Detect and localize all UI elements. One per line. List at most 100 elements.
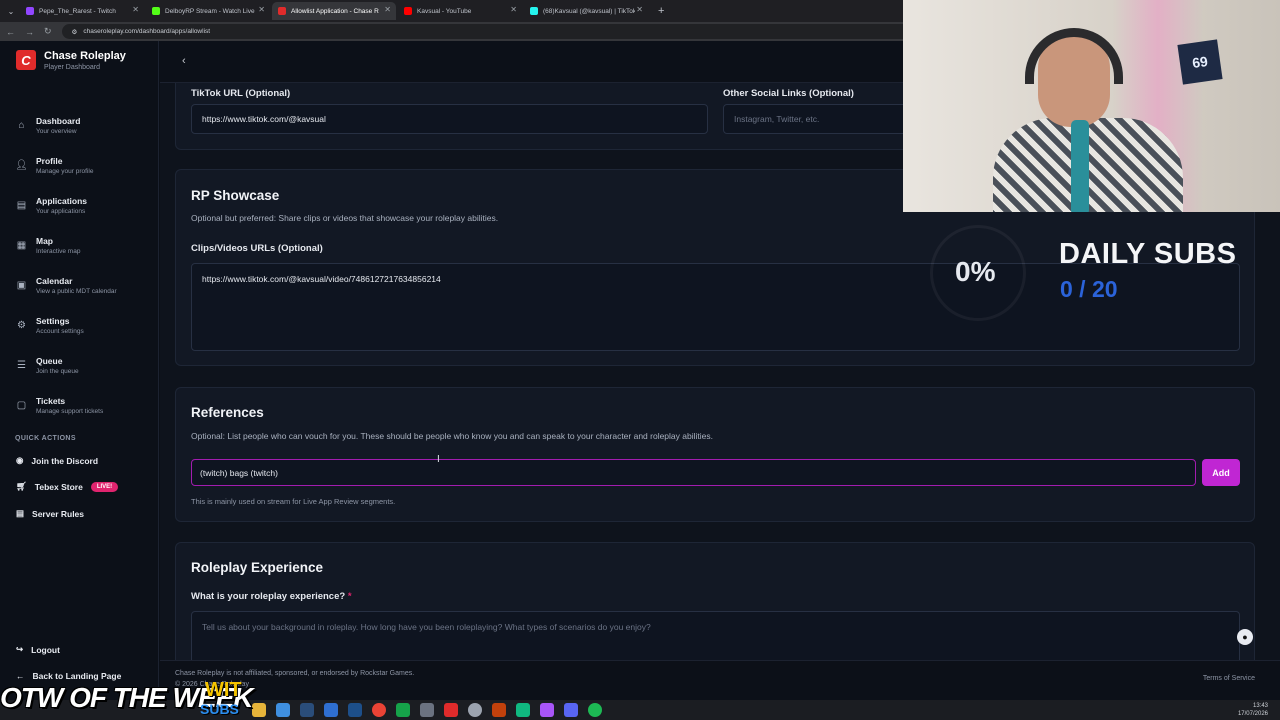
system-clock[interactable]: 13:43 17/07/2026 [1238,702,1268,718]
subs-percent: 0% [955,256,996,287]
app-icon[interactable] [348,703,362,717]
home-icon: ⌂ [18,119,25,131]
roleplay-experience-card: Roleplay Experience What is your rolepla… [175,542,1255,660]
reload-icon[interactable]: ↻ [44,26,52,37]
banner-badge-bottom: SUBS [200,701,239,717]
spotify-icon[interactable] [588,703,602,717]
brand-title: Chase Roleplay [44,50,126,62]
live-badge: LIVE! [90,481,119,492]
sidebar-nav: ⌂ Dashboard Your overview 👤︎ Profile Manage … [0,105,159,425]
references-title: References [191,405,264,420]
file-explorer-icon[interactable] [252,703,266,717]
site-info-icon[interactable]: ⚙ [72,28,78,36]
roleplay-experience-title: Roleplay Experience [191,560,324,575]
sidebar-item-dashboard[interactable]: ⌂ Dashboard Your overview [0,105,159,145]
brand[interactable]: C Chase Roleplay Player Dashboard [16,50,126,71]
app-icon[interactable] [444,703,458,717]
sidebar-item-applications[interactable]: ▤ Applications Your applications [0,185,159,225]
cart-icon: 🛒︎ [16,481,27,491]
sidebar-item-tickets[interactable]: ▢ Tickets Manage support tickets [0,385,159,425]
close-icon[interactable]: ✕ [510,5,517,14]
sidebar-item-queue[interactable]: ☰ Queue Join the queue [0,345,159,385]
back-to-landing-link[interactable]: ← Back to Landing Page [0,671,159,681]
footer: Chase Roleplay is not affiliated, sponso… [160,660,1280,700]
vscode-icon[interactable] [324,703,338,717]
ticket-icon: ▢ [16,399,27,411]
tiktok-icon [530,7,538,15]
quick-actions-heading: QUICK ACTIONS [15,435,76,442]
webcam-overlay: 69 [903,0,1280,212]
sidebar-item-settings[interactable]: ⚙ Settings Account settings [0,305,159,345]
banner-badge-top: WIT [205,679,242,701]
user-icon: 👤︎ [15,159,28,171]
list-icon: ☰ [17,359,26,371]
chase-logo-icon: C [16,50,36,70]
chase-favicon-icon [278,7,286,15]
sidebar-item-calendar[interactable]: ▣ Calendar View a public MDT calendar [0,265,159,305]
gear-icon: ⚙ [17,319,26,331]
rp-showcase-description: Optional but preferred: Share clips or v… [191,213,499,223]
logout-button[interactable]: ↪ Logout [0,644,159,655]
browser-tab[interactable]: (68)Kavsual (@kavsual) | TikTok ✕ [524,2,648,20]
app-icon[interactable] [516,703,530,717]
new-tab-icon[interactable]: + [650,5,672,17]
calendar-icon: ▣ [16,279,27,291]
references-hint: This is mainly used on stream for Live A… [191,497,396,506]
close-icon[interactable]: ✕ [384,5,391,14]
map-icon: ▦ [16,239,27,251]
cookie-settings-icon[interactable]: ● [1237,629,1253,645]
tab-search-icon[interactable]: ⌄ [4,7,18,16]
join-discord-link[interactable]: ◉ Join the Discord [0,455,159,466]
text-cursor-icon: I [437,454,440,465]
browser-tab-active[interactable]: Allowlist Application - Chase R ✕ [272,2,396,20]
store-icon[interactable] [276,703,290,717]
references-card: References Optional: List people who can… [175,387,1255,522]
close-icon[interactable]: ✕ [132,5,139,14]
close-icon[interactable]: ✕ [636,5,643,14]
tiktok-url-label: TikTok URL (Optional) [191,88,291,99]
terms-of-service-link[interactable]: Terms of Service [1203,675,1255,682]
browser-tab[interactable]: Pepe_The_Rarest - Twitch ✕ [20,2,144,20]
experience-textarea[interactable]: Tell us about your background in rolepla… [191,611,1240,660]
rules-icon: ▤ [16,508,25,518]
discord-app-icon[interactable] [564,703,578,717]
sidebar-item-map[interactable]: ▦ Map Interactive map [0,225,159,265]
webcam-sign: 69 [1177,39,1223,85]
experience-question-label: What is your roleplay experience? * [191,591,352,602]
references-description: Optional: List people who can vouch for … [191,431,713,441]
tiktok-url-input[interactable]: https://www.tiktok.com/@kavsual [191,104,708,134]
add-reference-button[interactable]: Add [1202,459,1240,486]
obs-icon[interactable] [468,703,482,717]
sidebar: C Chase Roleplay Player Dashboard ⌂ Dashb… [0,41,159,700]
forward-arrow-icon[interactable]: → [25,27,34,37]
chrome-icon[interactable] [372,703,386,717]
daily-subs-title: DAILY SUBS [1059,238,1237,270]
clips-urls-label: Clips/Videos URLs (Optional) [191,243,323,254]
collapse-sidebar-icon[interactable]: ‹ [182,55,186,67]
brand-subtitle: Player Dashboard [44,64,101,71]
settings-app-icon[interactable] [420,703,434,717]
discord-icon: ◉ [16,455,24,465]
xbox-icon[interactable] [396,703,410,717]
daily-subs-count: 0 / 20 [1060,276,1118,302]
arrow-left-icon: ← [16,671,25,681]
twitch-icon [26,7,34,15]
back-arrow-icon[interactable]: ← [6,27,15,37]
app-icon[interactable] [540,703,554,717]
app-icon[interactable] [492,703,506,717]
youtube-icon [404,7,412,15]
other-social-label: Other Social Links (Optional) [723,88,854,99]
footer-disclaimer: Chase Roleplay is not affiliated, sponso… [175,670,415,677]
taskbar-apps [252,703,602,717]
reference-input[interactable]: (twitch) bags (twitch) [191,459,1196,486]
browser-tab[interactable]: Kavsual - YouTube ✕ [398,2,522,20]
server-rules-link[interactable]: ▤ Server Rules [0,508,159,519]
tebex-store-link[interactable]: 🛒︎ Tebex Store LIVE! [0,481,159,492]
sidebar-item-profile[interactable]: 👤︎ Profile Manage your profile [0,145,159,185]
document-icon: ▤ [16,199,27,211]
browser-tab[interactable]: DelboyRP Stream - Watch Live ✕ [146,2,270,20]
close-icon[interactable]: ✕ [258,5,265,14]
kick-icon [152,7,160,15]
steam-icon[interactable] [300,703,314,717]
microphone-icon [1071,120,1089,212]
